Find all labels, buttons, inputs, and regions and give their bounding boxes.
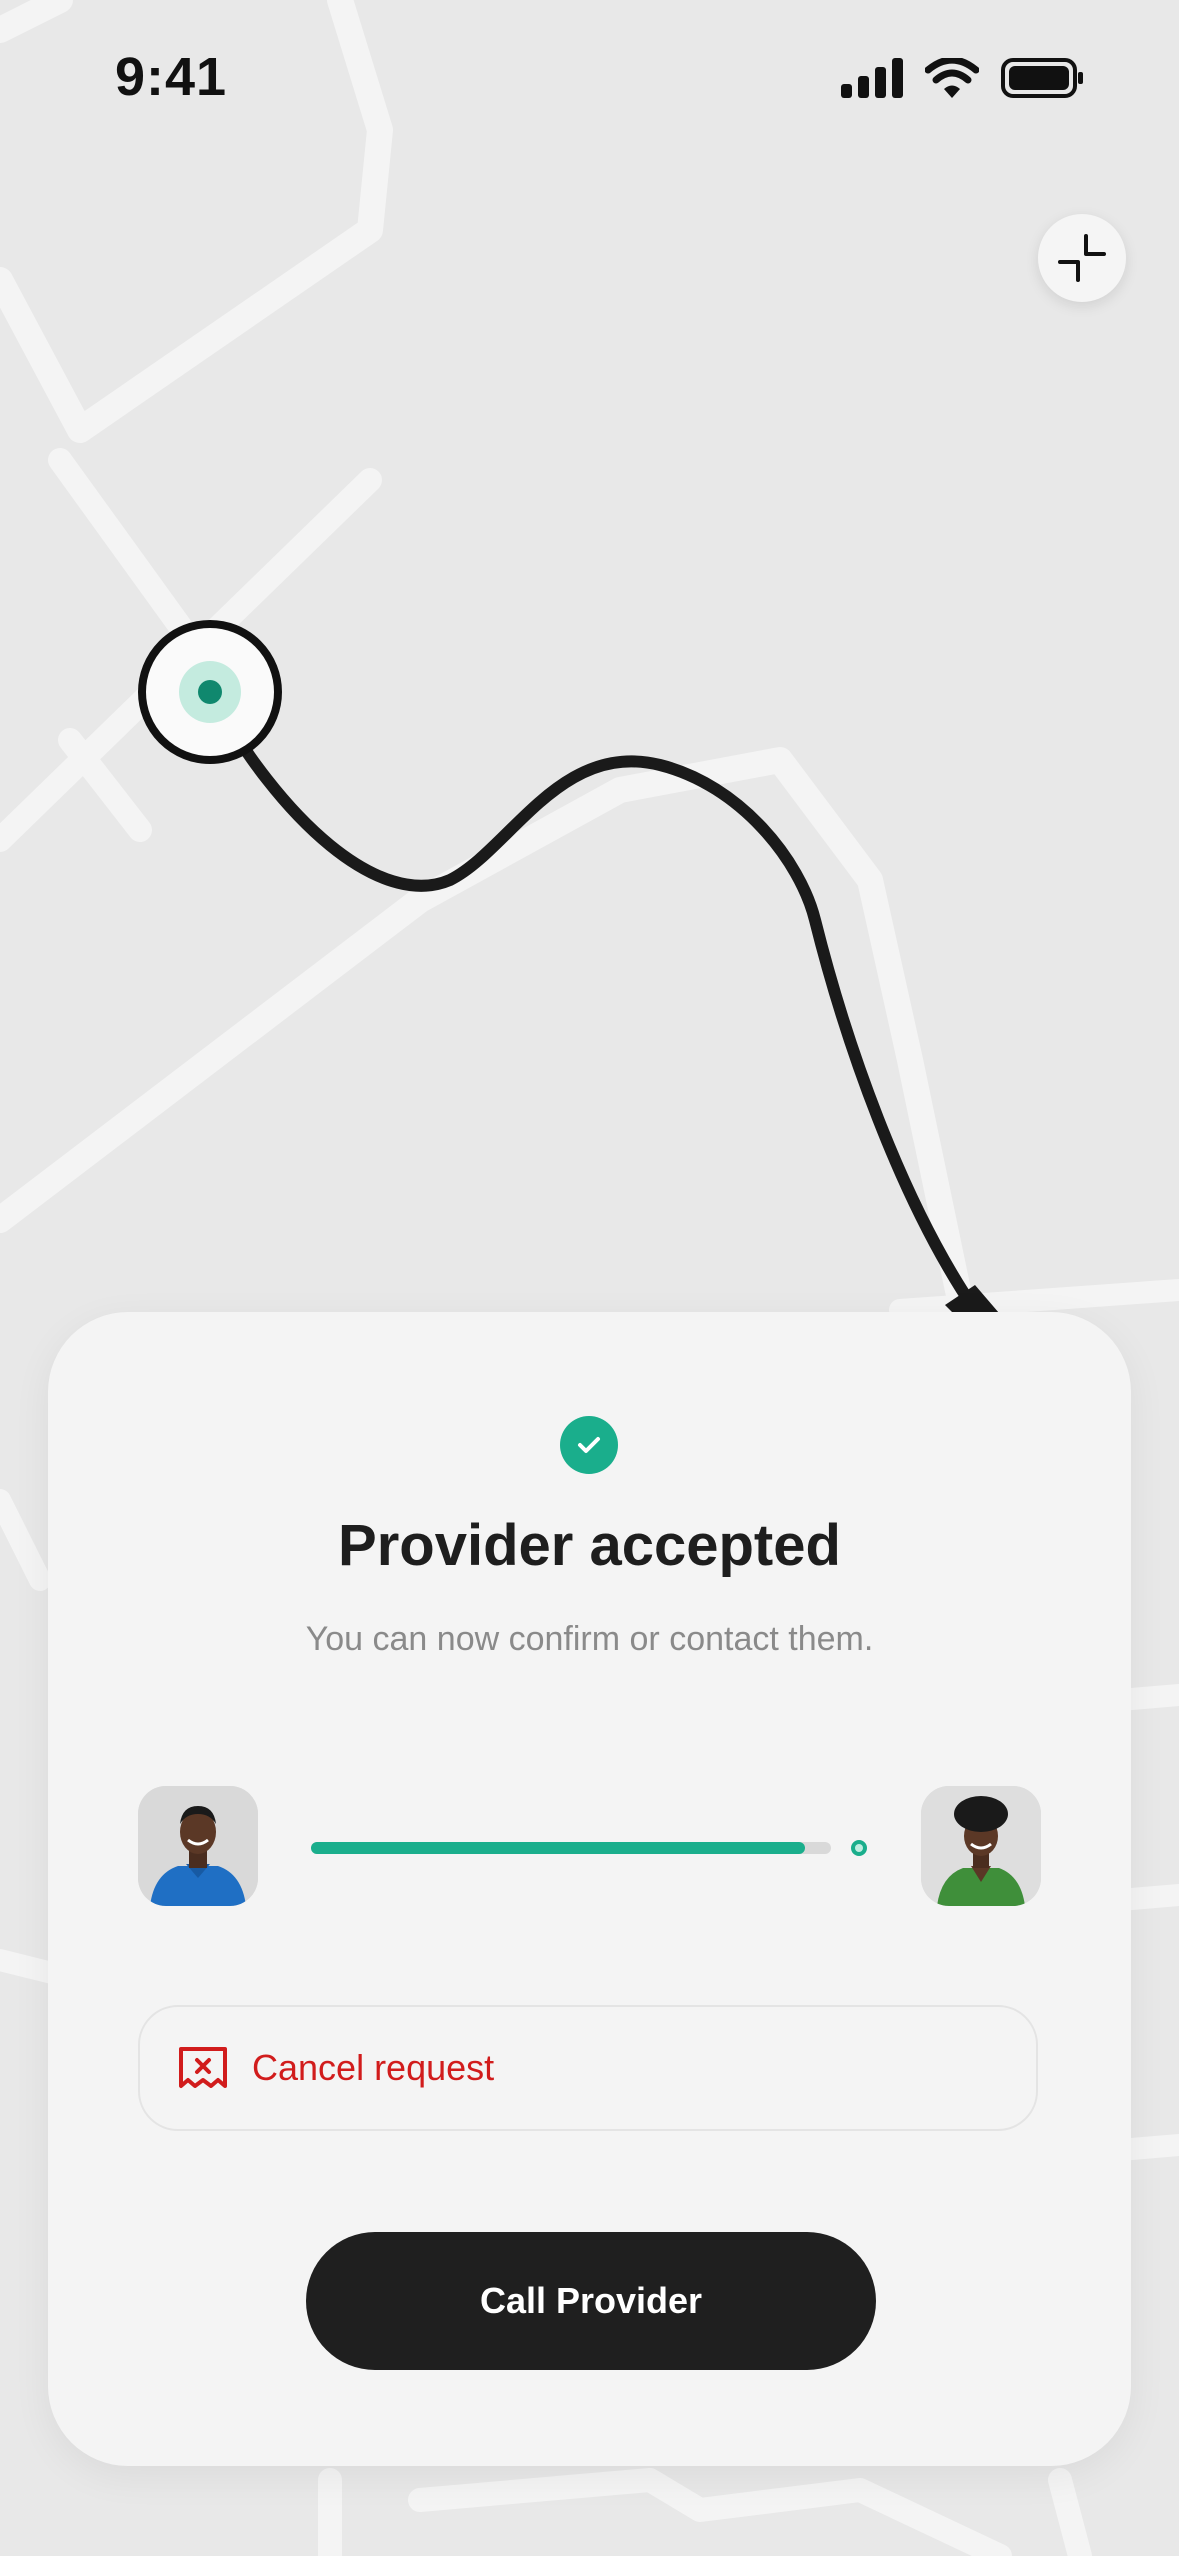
status-time: 9:41 xyxy=(115,47,228,107)
status-sheet: Provider accepted You can now confirm or… xyxy=(48,1312,1131,2466)
check-icon xyxy=(578,1437,600,1453)
accepted-check-badge xyxy=(560,1416,618,1474)
status-bar: 9:41 xyxy=(0,0,1179,160)
user-avatar xyxy=(138,1786,258,1906)
pickup-marker[interactable] xyxy=(138,620,282,764)
wifi-icon xyxy=(925,58,979,98)
provider-avatar xyxy=(921,1786,1041,1906)
battery-icon xyxy=(1001,58,1083,98)
cancel-receipt-icon xyxy=(179,2047,227,2088)
call-provider-button[interactable]: Call Provider xyxy=(306,2232,876,2370)
progress-fill xyxy=(311,1842,805,1854)
sheet-title: Provider accepted xyxy=(338,1513,841,1578)
signal-icon xyxy=(841,58,903,98)
collapse-icon xyxy=(1058,234,1106,282)
sheet-subtitle: You can now confirm or contact them. xyxy=(305,1620,874,1658)
collapse-map-button[interactable] xyxy=(1038,214,1126,302)
progress-track xyxy=(311,1842,831,1854)
status-icons xyxy=(841,58,1083,98)
cancel-request-button[interactable]: Cancel request xyxy=(138,2005,1038,2131)
cancel-request-label: Cancel request xyxy=(252,2047,495,2088)
progress-end-dot xyxy=(851,1840,867,1856)
